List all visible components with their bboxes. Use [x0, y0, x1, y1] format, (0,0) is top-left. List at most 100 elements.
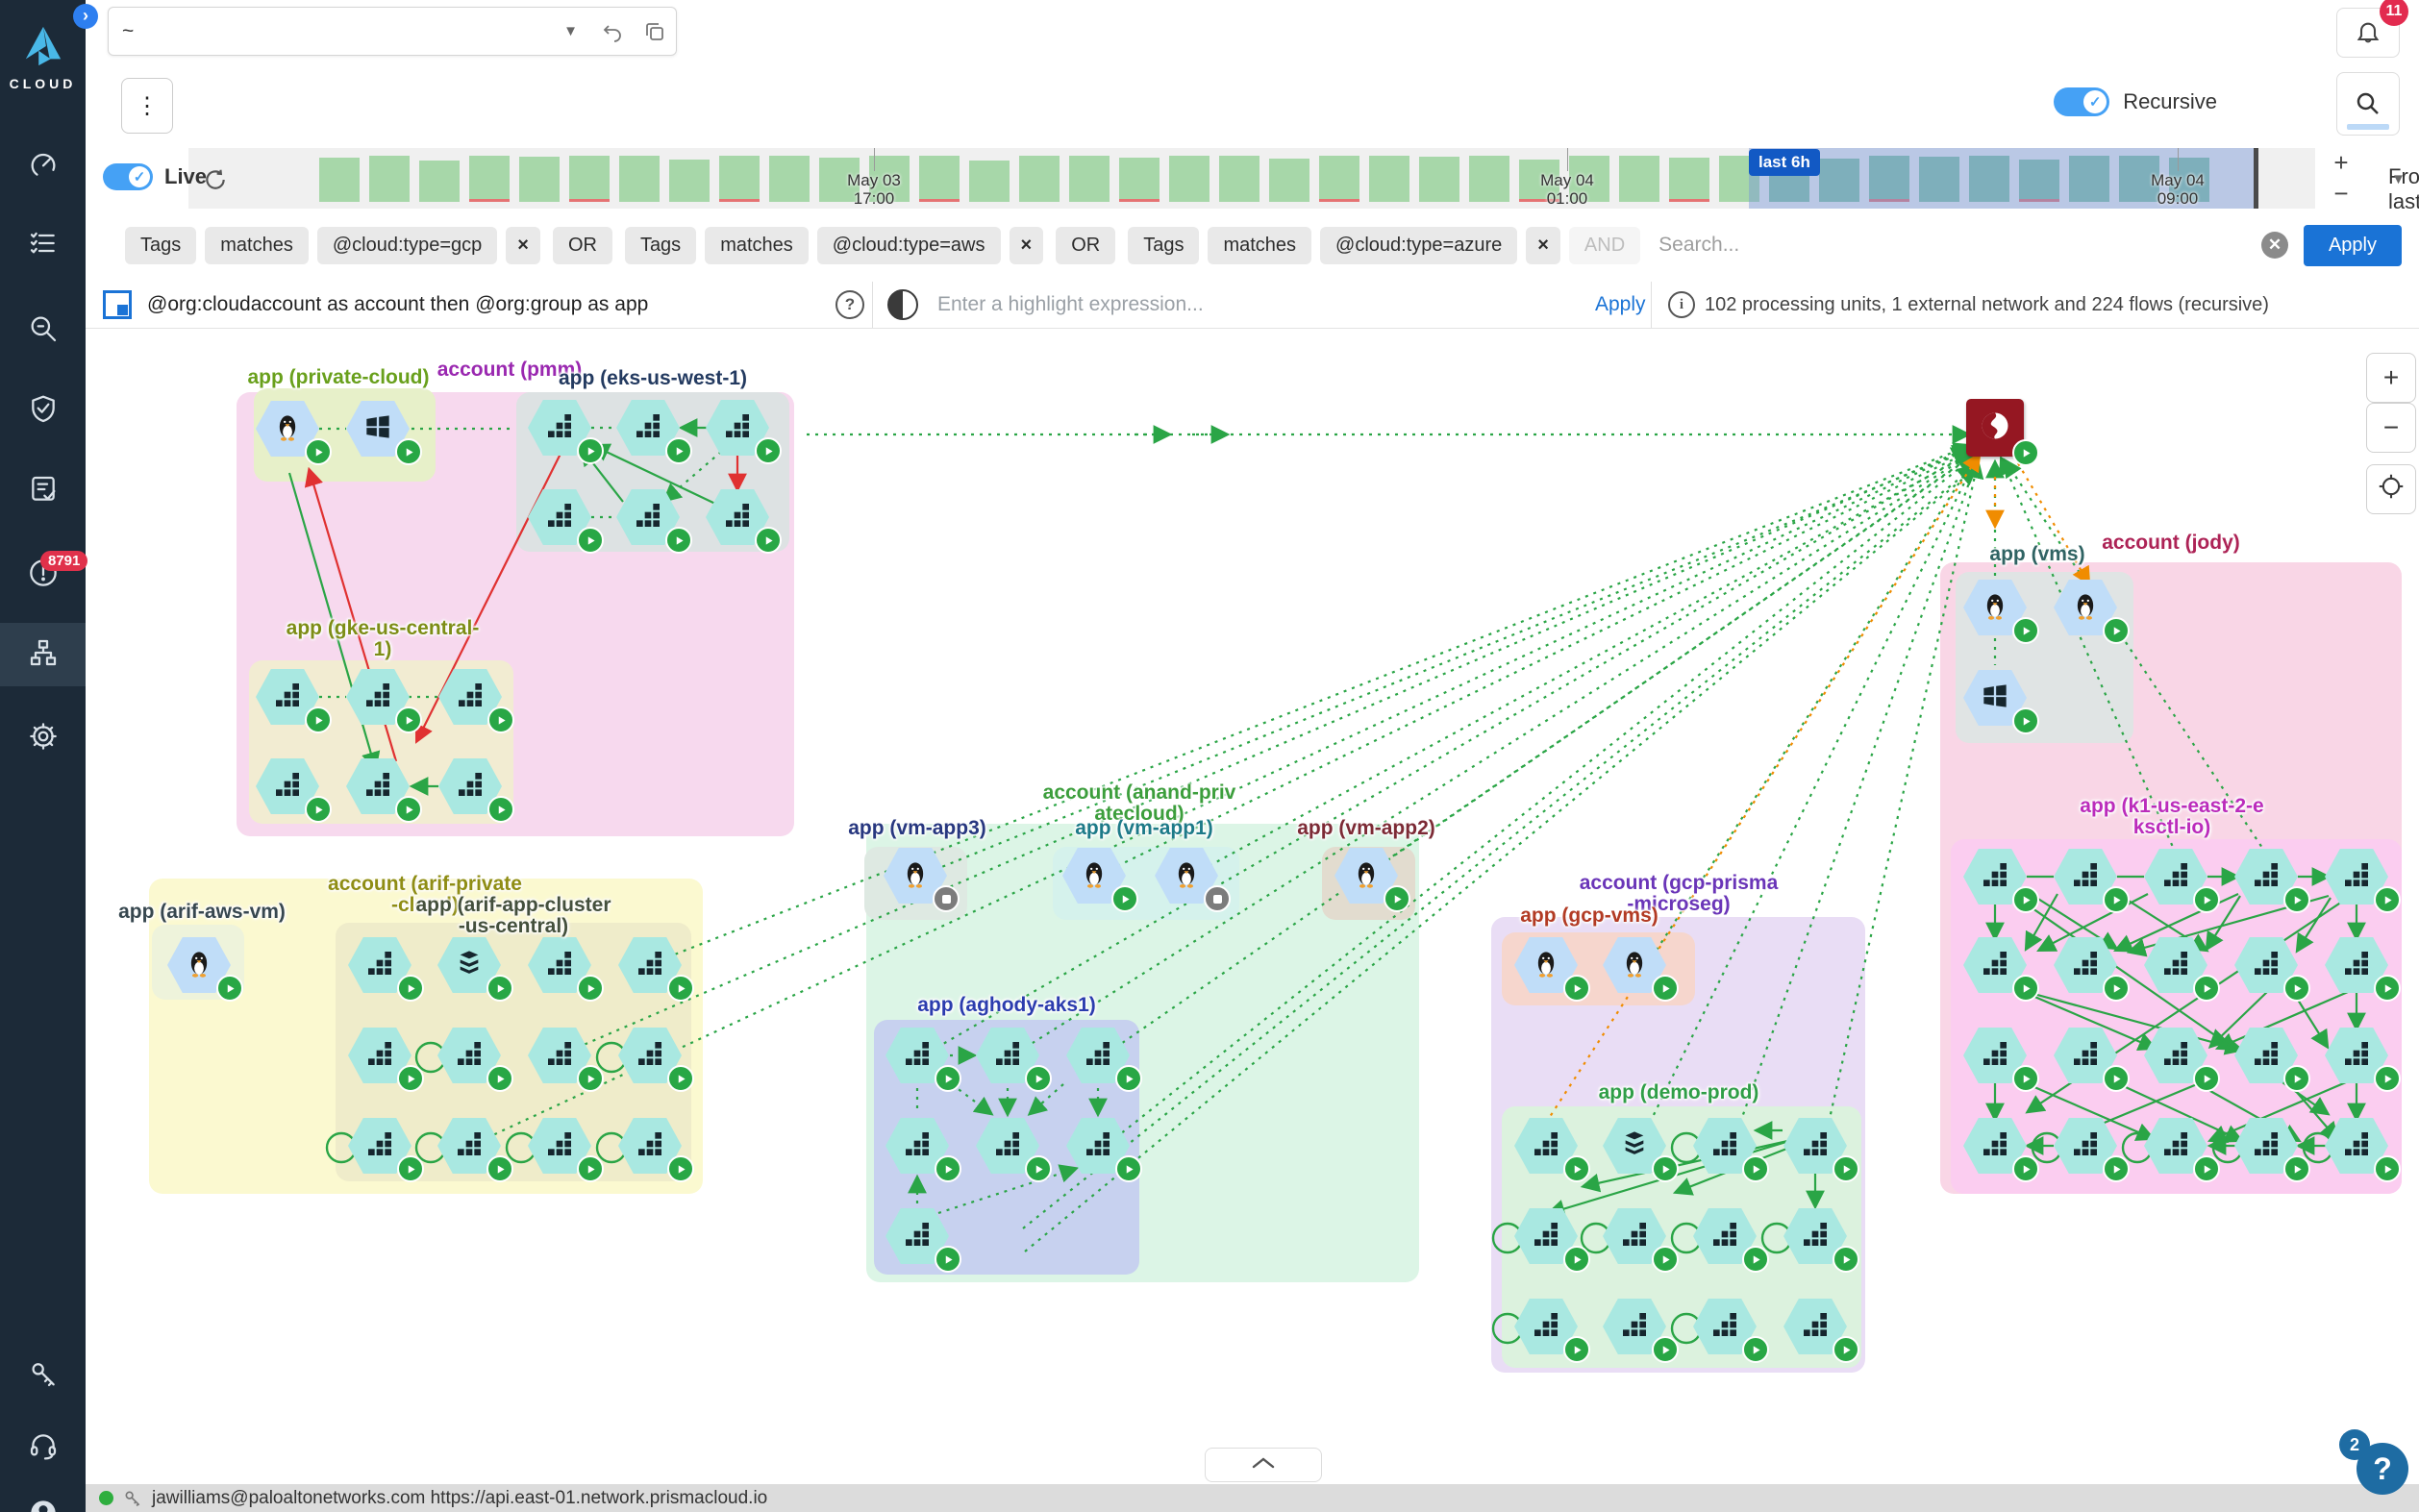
- pod-icon: [544, 1038, 575, 1074]
- traffic-play-badge: [1742, 1336, 1769, 1363]
- traffic-play-badge: [487, 796, 514, 823]
- help-button[interactable]: ? 2: [2357, 1443, 2408, 1495]
- timeline-bar[interactable]: [569, 156, 610, 202]
- timeline-bar[interactable]: [1119, 158, 1160, 202]
- clear-filters-button[interactable]: ✕: [2261, 232, 2288, 259]
- timeline-bar[interactable]: [1369, 156, 1409, 202]
- pod-icon: [2251, 1128, 2282, 1164]
- timeline-bar[interactable]: [1619, 156, 1659, 202]
- pod-icon: [272, 680, 303, 715]
- refresh-icon: [203, 167, 228, 192]
- timeline-bar[interactable]: [1219, 156, 1259, 202]
- timeline-zoom-in-button[interactable]: +: [2333, 148, 2348, 178]
- filter-value-chip[interactable]: @cloud:type=azure: [1320, 227, 1517, 264]
- timeline-bar[interactable]: [419, 161, 460, 202]
- filter-value-chip[interactable]: @cloud:type=aws: [817, 227, 1001, 264]
- filter-joiner-chip[interactable]: OR: [553, 227, 612, 264]
- filter-field-chip[interactable]: Tags: [1128, 227, 1199, 264]
- help-badge: 2: [2339, 1429, 2370, 1460]
- traffic-play-badge: [486, 975, 513, 1002]
- group-label-demo-prod: app (demo-prod): [1599, 1082, 1759, 1103]
- scope-dropdown[interactable]: ~ ▼: [109, 8, 591, 55]
- highlight-expression-input[interactable]: Enter a highlight expression...: [937, 293, 1204, 316]
- internet-node[interactable]: [1966, 399, 2024, 457]
- filter-search-input[interactable]: Search...: [1658, 234, 1739, 257]
- timeline-bar[interactable]: [469, 156, 510, 202]
- timeline-bar[interactable]: [1319, 156, 1359, 202]
- sidebar-item-support-headset[interactable]: [0, 1416, 86, 1479]
- scope-card: ~ ▼: [108, 7, 677, 56]
- timeline-bar[interactable]: [719, 156, 760, 202]
- timeline-bar[interactable]: [1469, 156, 1509, 202]
- sidebar-item-settings-gear[interactable]: [0, 706, 86, 770]
- timeline-bar[interactable]: [969, 161, 1010, 202]
- highlight-apply-button[interactable]: Apply: [1595, 293, 1646, 316]
- filter-remove-button[interactable]: ×: [506, 227, 540, 264]
- sidebar-item-dashboard[interactable]: [0, 135, 86, 198]
- timeline-bar[interactable]: [619, 156, 660, 202]
- refresh-button[interactable]: [199, 163, 232, 196]
- filter-field-chip[interactable]: Tags: [125, 227, 196, 264]
- live-toggle[interactable]: ✓: [103, 163, 153, 190]
- sidebar-item-search-insights[interactable]: [0, 299, 86, 362]
- recursive-toggle[interactable]: ✓: [2054, 87, 2109, 116]
- pod-icon: [1709, 1128, 1740, 1164]
- timeline-bar[interactable]: [669, 160, 710, 202]
- filter-joiner-chip[interactable]: OR: [1056, 227, 1115, 264]
- timeline-selection-handle[interactable]: [2254, 148, 2258, 209]
- sidebar-item-alerts[interactable]: 8791: [0, 543, 86, 607]
- filter-operator-chip[interactable]: matches: [205, 227, 309, 264]
- pod-icon: [1709, 1309, 1740, 1345]
- query-expression[interactable]: @org:cloudaccount as account then @org:g…: [147, 293, 648, 316]
- traffic-play-badge: [1115, 1065, 1142, 1092]
- filters-apply-button[interactable]: Apply: [2304, 225, 2402, 266]
- canvas-center-button[interactable]: [2366, 464, 2416, 514]
- sidebar-item-network[interactable]: [0, 623, 86, 686]
- filter-remove-button[interactable]: ×: [1010, 227, 1044, 264]
- cloud-logo: CLOUD: [0, 25, 86, 91]
- timeline-tick-label: May 0401:00: [1540, 171, 1594, 208]
- timeline-bar[interactable]: [369, 156, 410, 202]
- bottom-panel-expand-button[interactable]: [1205, 1448, 1322, 1482]
- canvas-zoom-out-button[interactable]: −: [2366, 403, 2416, 453]
- traffic-play-badge: [1652, 1336, 1679, 1363]
- timeline-bar[interactable]: [1019, 156, 1060, 202]
- undo-button[interactable]: [591, 8, 634, 55]
- sidebar-item-access-key[interactable]: [0, 1346, 86, 1409]
- query-help-button[interactable]: ?: [835, 290, 864, 319]
- traffic-play-badge: [216, 975, 243, 1002]
- timeline-bar[interactable]: [769, 156, 810, 202]
- timeline-zoom-out-button[interactable]: −: [2333, 179, 2348, 209]
- timeline-bar[interactable]: [919, 156, 960, 202]
- filter-field-chip[interactable]: Tags: [625, 227, 696, 264]
- copy-button[interactable]: [634, 8, 676, 55]
- sidebar-item-reports[interactable]: [0, 459, 86, 523]
- pod-icon: [2160, 948, 2191, 983]
- traffic-play-badge: [1563, 1155, 1590, 1182]
- timeline-bar[interactable]: [319, 158, 360, 202]
- timeline-bar[interactable]: [1169, 156, 1210, 202]
- notifications-button[interactable]: 11: [2336, 8, 2400, 58]
- database-icon: [454, 948, 485, 983]
- highlight-toggle[interactable]: [887, 289, 918, 320]
- filter-operator-chip[interactable]: matches: [1208, 227, 1311, 264]
- crosshair-icon: [2378, 473, 2405, 507]
- graph-search-button[interactable]: [2336, 72, 2400, 136]
- timeline-bar[interactable]: [519, 157, 560, 202]
- header-row: ~ ▼ 11: [86, 0, 2419, 63]
- timeline-bar[interactable]: [1069, 156, 1110, 202]
- sidebar-item-inventory[interactable]: [0, 213, 86, 277]
- timeline-bar[interactable]: [1669, 158, 1709, 202]
- timeline-bar[interactable]: [1269, 159, 1309, 202]
- canvas-zoom-in-button[interactable]: +: [2366, 353, 2416, 403]
- more-options-button[interactable]: ⋮: [121, 78, 173, 134]
- sidebar-item-profile[interactable]: [0, 1483, 86, 1512]
- filter-remove-button[interactable]: ×: [1526, 227, 1560, 264]
- timeline-bar[interactable]: [1419, 157, 1459, 202]
- filter-value-chip[interactable]: @cloud:type=gcp: [317, 227, 497, 264]
- filter-operator-chip[interactable]: matches: [705, 227, 809, 264]
- sidebar-item-compliance-shield[interactable]: [0, 380, 86, 443]
- pod-icon: [2070, 948, 2101, 983]
- settings-gear-icon: [28, 721, 59, 756]
- sidebar-expand-button[interactable]: ›: [73, 4, 98, 29]
